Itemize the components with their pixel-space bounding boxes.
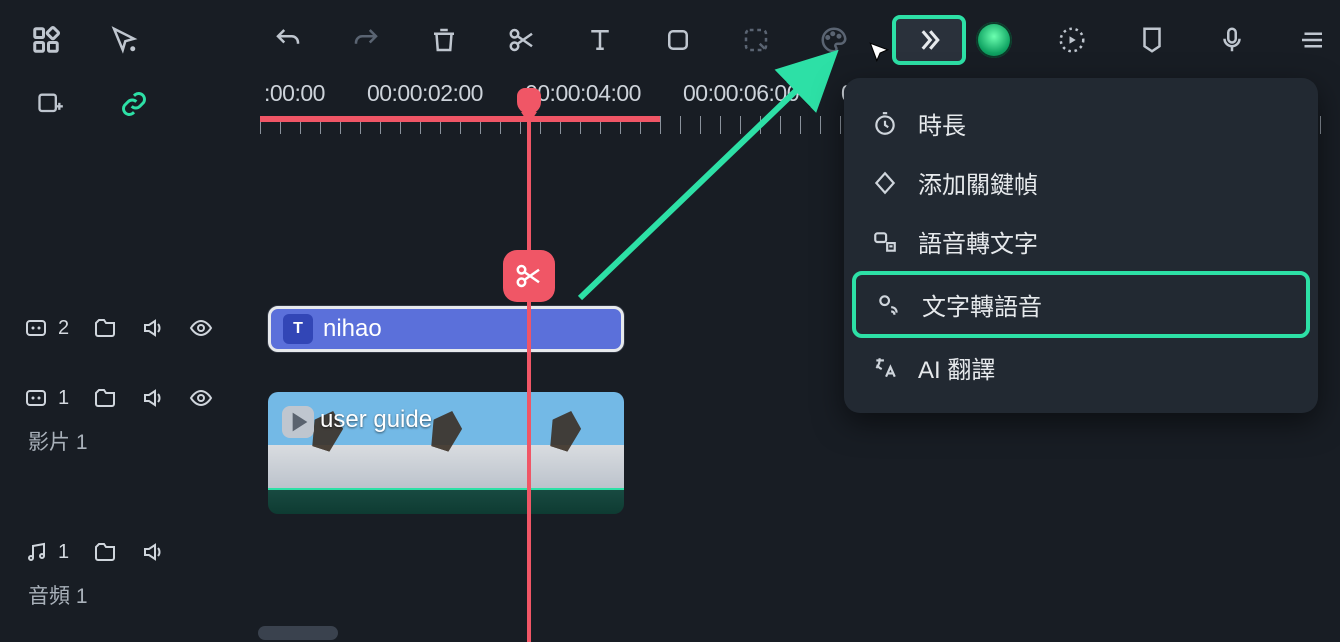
dropdown-item-translate[interactable]: AI 翻譯 xyxy=(852,338,1310,397)
video-thumb xyxy=(505,392,624,488)
track-label: 影片 1 xyxy=(24,422,260,470)
dropdown-item-duration[interactable]: 時長 xyxy=(852,94,1310,153)
track-index: 2 xyxy=(58,317,69,340)
dropdown-item-tts[interactable]: 文字轉語音 xyxy=(852,271,1310,338)
dropdown-item-label: 文字轉語音 xyxy=(922,287,1042,322)
dropdown-item-label: AI 翻譯 xyxy=(918,350,995,385)
redo-button[interactable] xyxy=(346,20,386,60)
mute-icon[interactable] xyxy=(141,316,165,340)
visibility-icon[interactable] xyxy=(189,386,213,410)
mute-icon[interactable] xyxy=(141,540,165,564)
more-tools-dropdown: 時長 添加關鍵幀 語音轉文字 文字轉語音 AI 翻譯 xyxy=(844,78,1318,413)
mic-button[interactable] xyxy=(1212,20,1252,60)
ruler-label: 00:00:02:00 xyxy=(367,80,483,107)
stt-icon xyxy=(872,229,898,255)
text-tool-button[interactable] xyxy=(580,20,620,60)
video-clip-audio xyxy=(268,488,624,514)
track-head-text: 2 xyxy=(0,304,260,352)
render-button[interactable] xyxy=(1052,20,1092,60)
folder-icon[interactable] xyxy=(93,316,117,340)
ruler-label: :00:00 xyxy=(264,80,325,107)
track-index: 1 xyxy=(58,387,69,410)
folder-icon[interactable] xyxy=(93,386,117,410)
avatar[interactable] xyxy=(976,22,1012,58)
tts-icon xyxy=(876,292,902,318)
play-icon xyxy=(282,406,314,438)
visibility-icon[interactable] xyxy=(189,316,213,340)
dropdown-item-label: 時長 xyxy=(918,106,966,141)
color-button[interactable] xyxy=(814,20,854,60)
video-clip[interactable]: user guide xyxy=(268,392,624,514)
track-head-audio: 1 音頻 1 xyxy=(0,528,260,624)
ruler-label: 00:00:04:00 xyxy=(525,80,641,107)
main-toolbar xyxy=(0,0,1340,80)
track-type-text-icon xyxy=(24,316,48,340)
ruler-work-area[interactable] xyxy=(260,116,660,122)
mute-icon[interactable] xyxy=(141,386,165,410)
horizontal-scrollbar[interactable] xyxy=(258,626,338,640)
undo-button[interactable] xyxy=(268,20,308,60)
track-type-video-icon xyxy=(24,386,48,410)
text-badge-icon: T xyxy=(283,314,313,344)
dropdown-item-stt[interactable]: 語音轉文字 xyxy=(852,212,1310,271)
more-tools-button[interactable] xyxy=(892,15,966,65)
track-index: 1 xyxy=(58,541,69,564)
dropdown-item-label: 添加關鍵幀 xyxy=(918,165,1038,200)
clock-icon xyxy=(872,111,898,137)
text-clip[interactable]: T nihao xyxy=(268,306,624,352)
translate-icon xyxy=(872,355,898,381)
toolbar-right xyxy=(976,0,1340,80)
track-row-audio: 1 音頻 1 xyxy=(0,528,1340,624)
crop-button[interactable] xyxy=(658,20,698,60)
dropdown-item-label: 語音轉文字 xyxy=(918,224,1038,259)
track-type-audio-icon xyxy=(24,540,48,564)
track-head-video: 1 影片 1 xyxy=(0,374,260,470)
video-clip-label: user guide xyxy=(320,406,432,434)
split-button[interactable] xyxy=(502,20,542,60)
folder-icon[interactable] xyxy=(93,540,117,564)
text-clip-label: nihao xyxy=(323,315,382,343)
ruler-label: 00:00:06:00 xyxy=(683,80,799,107)
link-clips-button[interactable] xyxy=(114,84,154,124)
toolbar-menu-button[interactable] xyxy=(1292,20,1332,60)
marker-button[interactable] xyxy=(1132,20,1172,60)
track-label: 音頻 1 xyxy=(24,576,260,624)
apps-button[interactable] xyxy=(26,20,66,60)
delete-button[interactable] xyxy=(424,20,464,60)
dropdown-item-keyframe[interactable]: 添加關鍵幀 xyxy=(852,153,1310,212)
keyframe-icon xyxy=(872,170,898,196)
mask-button[interactable] xyxy=(736,20,776,60)
add-track-button[interactable] xyxy=(30,84,70,124)
cursor-tool-button[interactable] xyxy=(104,20,144,60)
